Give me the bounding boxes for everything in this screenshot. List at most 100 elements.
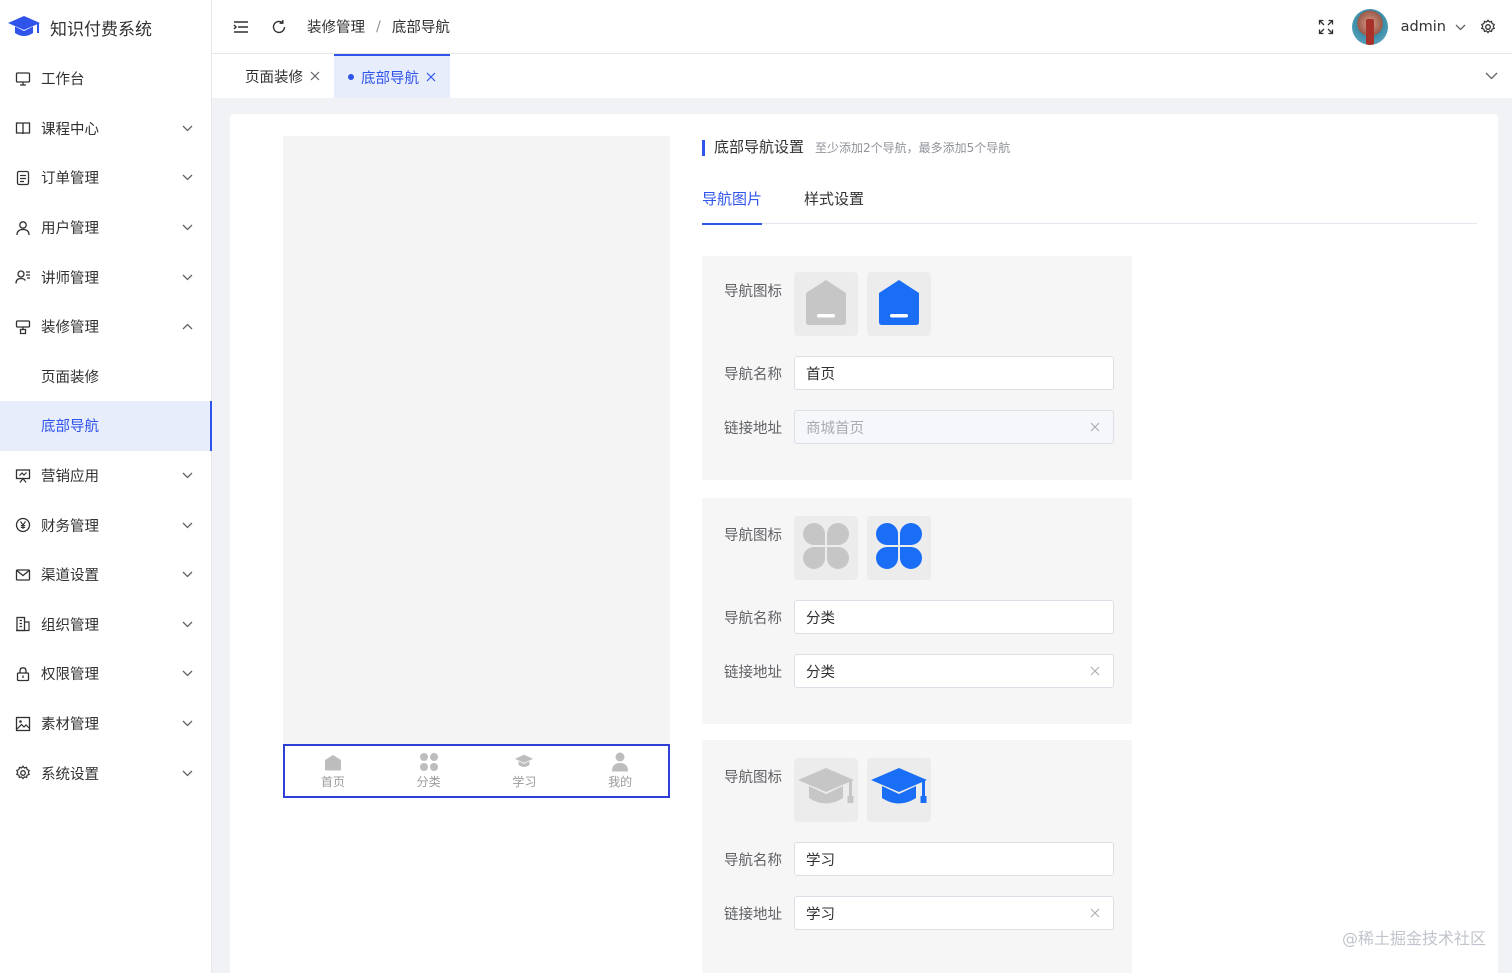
icon-upload-inactive[interactable] [794, 758, 858, 822]
chevron-down-icon [181, 668, 193, 680]
breadcrumb-item[interactable]: 装修管理 [307, 16, 365, 37]
image-icon [14, 715, 32, 733]
close-icon[interactable] [1090, 422, 1100, 432]
preview-nav-label: 我的 [608, 775, 633, 789]
sidebar-item-label: 财务管理 [41, 518, 99, 535]
sidebar-item-marketing[interactable]: 营销应用 [0, 451, 211, 501]
input-value: 学习 [806, 852, 835, 869]
sidebar-item-organization[interactable]: 组织管理 [0, 600, 211, 650]
watermark: @稀土掘金技术社区 [1341, 929, 1486, 948]
preview-nav-study[interactable]: 学习 [477, 746, 573, 796]
field-label: 链接地址 [724, 906, 782, 923]
tab-nav-images[interactable]: 导航图片 [702, 186, 763, 225]
nav-icon-row: 导航图标 [702, 272, 1132, 336]
chevron-down-icon[interactable] [1484, 70, 1498, 82]
preview-nav-category[interactable]: 分类 [381, 746, 477, 796]
graduation-cap-icon [869, 765, 929, 815]
sidebar-item-system-settings[interactable]: 系统设置 [0, 748, 211, 798]
icon-upload-active[interactable] [867, 272, 931, 336]
order-icon [14, 169, 32, 187]
input-value: 学习 [806, 906, 835, 923]
close-icon[interactable] [310, 71, 320, 81]
nav-name-input[interactable]: 分类 [794, 600, 1114, 634]
field-label: 导航名称 [724, 366, 782, 383]
nav-name-input[interactable]: 首页 [794, 356, 1114, 390]
sidebar-item-materials[interactable]: 素材管理 [0, 699, 211, 749]
input-value: 分类 [806, 610, 835, 627]
sidebar-item-bottom-nav[interactable]: 底部导航 [0, 401, 212, 451]
gear-icon[interactable] [1478, 17, 1498, 37]
icon-upload-active[interactable] [867, 516, 931, 580]
breadcrumb: 装修管理 / 底部导航 [307, 16, 450, 37]
breadcrumb-separator: / [376, 18, 381, 35]
chevron-down-icon [181, 222, 193, 234]
tab-bottom-nav[interactable]: 底部导航 [334, 54, 450, 98]
tab-page-decoration[interactable]: 页面装修 [231, 54, 334, 98]
close-icon[interactable] [1090, 666, 1100, 676]
fullscreen-icon[interactable] [1316, 17, 1336, 37]
sidebar-item-decoration[interactable]: 装修管理 [0, 302, 211, 352]
decorate-icon [14, 318, 32, 336]
home-icon [877, 278, 921, 330]
chevron-down-icon[interactable] [1450, 17, 1470, 37]
input-value: 分类 [806, 664, 835, 681]
tab-style-settings[interactable]: 样式设置 [804, 186, 864, 224]
icon-upload-inactive[interactable] [794, 272, 858, 336]
chevron-down-icon [181, 172, 193, 184]
close-icon[interactable] [426, 72, 436, 82]
close-icon[interactable] [1090, 908, 1100, 918]
menu-toggle-icon[interactable] [231, 17, 251, 37]
sidebar-item-label: 渠道设置 [41, 568, 99, 585]
nav-name-input[interactable]: 学习 [794, 842, 1114, 876]
category-icon [419, 752, 439, 772]
yen-icon [14, 516, 32, 534]
nav-link-row: 链接地址 商城首页 [702, 410, 1132, 444]
sidebar-item-label: 组织管理 [41, 617, 99, 634]
sidebar-item-page-decoration[interactable]: 页面装修 [0, 352, 211, 402]
nav-item-card: 导航图标 导航名称 学习 链接地址 学习 [702, 740, 1132, 973]
nav-link-row: 链接地址 分类 [702, 654, 1132, 688]
preview-nav-mine[interactable]: 我的 [572, 746, 668, 796]
sidebar-item-teachers[interactable]: 讲师管理 [0, 252, 211, 302]
nav-name-row: 导航名称 学习 [702, 842, 1132, 876]
nav-link-input[interactable]: 学习 [794, 896, 1114, 930]
sidebar-item-courses[interactable]: 课程中心 [0, 104, 211, 154]
section-title: 底部导航设置 [714, 138, 805, 156]
sidebar-item-label: 讲师管理 [41, 270, 99, 287]
sidebar-item-label: 装修管理 [41, 320, 99, 337]
avatar[interactable] [1351, 9, 1388, 45]
icon-upload-active[interactable] [867, 758, 931, 822]
sidebar-item-label: 页面装修 [41, 369, 99, 386]
sidebar-item-permissions[interactable]: 权限管理 [0, 649, 211, 699]
sidebar: 知识付费系统 工作台 课程中心 订单管理 用户管理 讲师管理 装修管理 页面装修… [0, 0, 212, 973]
sidebar-item-workbench[interactable]: 工作台 [0, 54, 211, 104]
home-icon [804, 278, 848, 330]
sidebar-menu: 工作台 课程中心 订单管理 用户管理 讲师管理 装修管理 页面装修 底部导航 营… [0, 54, 212, 798]
refresh-icon[interactable] [269, 17, 289, 37]
sidebar-item-users[interactable]: 用户管理 [0, 203, 211, 253]
sidebar-item-channels[interactable]: 渠道设置 [0, 550, 211, 600]
chevron-down-icon [181, 767, 193, 779]
phone-preview: 首页 分类 学习 我的 [283, 136, 670, 798]
sidebar-item-orders[interactable]: 订单管理 [0, 153, 211, 203]
sidebar-item-finance[interactable]: 财务管理 [0, 500, 211, 550]
user-name[interactable]: admin [1401, 19, 1446, 35]
header-actions: admin [1316, 0, 1498, 54]
nav-icon-row: 导航图标 [702, 758, 1132, 822]
sidebar-item-label: 营销应用 [41, 469, 99, 486]
monitor-icon [14, 70, 32, 88]
preview-nav-home[interactable]: 首页 [285, 746, 381, 796]
chevron-down-icon [181, 470, 193, 482]
preview-nav-label: 首页 [320, 775, 345, 789]
nav-link-input[interactable]: 商城首页 [794, 410, 1114, 444]
app-logo[interactable]: 知识付费系统 [0, 0, 211, 54]
preview-nav-label: 分类 [416, 775, 441, 789]
icon-upload-inactive[interactable] [794, 516, 858, 580]
preview-bottom-nav[interactable]: 首页 分类 学习 我的 [283, 744, 670, 798]
nav-link-input[interactable]: 分类 [794, 654, 1114, 688]
chevron-down-icon [181, 271, 193, 283]
sidebar-item-label: 工作台 [41, 72, 85, 89]
nav-item-card: 导航图标 导航名称 分类 链接地址 分类 [702, 498, 1132, 724]
graduation-cap-icon [6, 13, 42, 41]
category-icon [874, 521, 924, 575]
